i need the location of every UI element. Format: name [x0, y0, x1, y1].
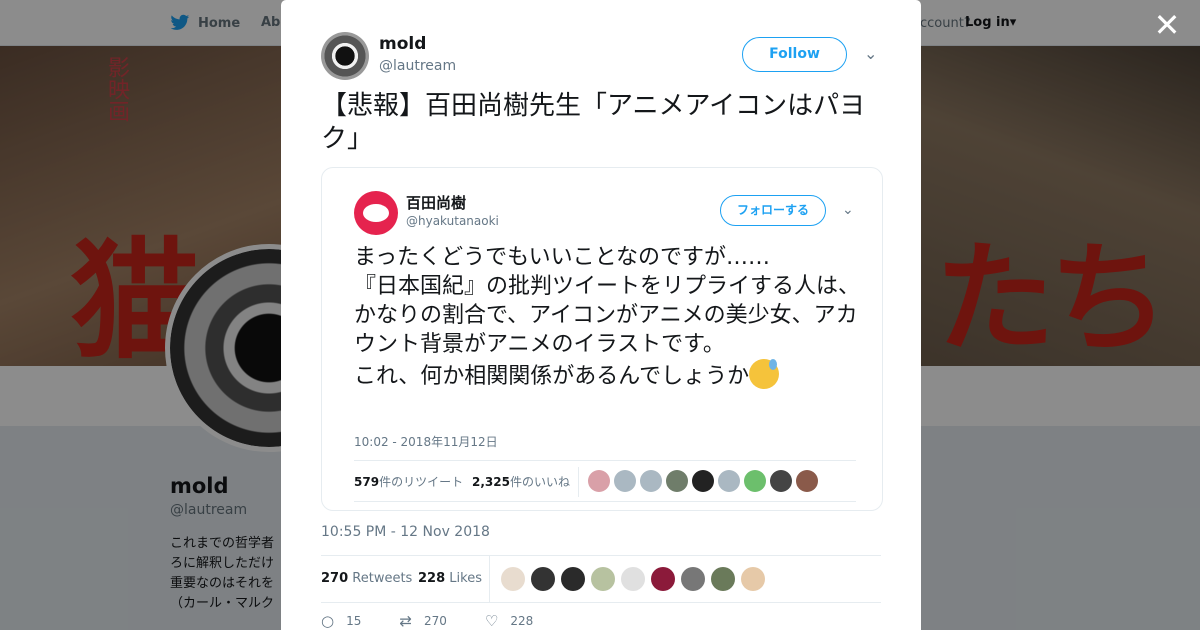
- quote-timestamp[interactable]: 10:02 - 2018年11月12日: [354, 433, 498, 450]
- quote-liker-avatars: [588, 470, 818, 492]
- divider: [489, 556, 490, 602]
- tweet-actions: ○ 15 ⇄ 270 ♡ 228: [321, 612, 571, 630]
- sweat-smile-emoji-icon: [749, 359, 780, 389]
- avatar[interactable]: [692, 470, 714, 492]
- avatar[interactable]: [614, 470, 636, 492]
- divider: [578, 467, 579, 497]
- quote-text-body: まったくどうでもいいことなのですが…… 『日本国紀』の批判ツイートをリプライする…: [354, 245, 861, 389]
- avatar[interactable]: [640, 470, 662, 492]
- quote-author-avatar[interactable]: [354, 191, 398, 235]
- retweet-icon: ⇄: [399, 612, 412, 630]
- avatar[interactable]: [770, 470, 792, 492]
- close-icon[interactable]: ✕: [1152, 9, 1182, 41]
- retweets-count: 270: [321, 571, 349, 586]
- avatar[interactable]: [744, 470, 766, 492]
- avatar[interactable]: [561, 567, 585, 591]
- quote-stats-bar: 579件のリツイート 2,325件のいいね: [354, 460, 856, 502]
- retweet-button[interactable]: ⇄ 270: [399, 612, 446, 630]
- quoted-tweet-card[interactable]: 百田尚樹 @hyakutanaoki フォローする ⌄ まったくどうでもいいこと…: [321, 167, 883, 511]
- retweets-stat[interactable]: 270 Retweets: [321, 571, 412, 586]
- liker-avatars: [501, 567, 765, 591]
- tweet-modal: mold @lautream Follow ⌄ 【悲報】百田尚樹先生「アニメアイ…: [281, 0, 921, 630]
- author-avatar[interactable]: [321, 32, 369, 80]
- reply-icon: ○: [321, 612, 335, 630]
- likes-count: 228: [418, 571, 446, 586]
- quote-text: まったくどうでもいいことなのですが…… 『日本国紀』の批判ツイートをリプライする…: [354, 243, 864, 391]
- like-button[interactable]: ♡ 228: [485, 612, 533, 630]
- tweet-date[interactable]: 10:55 PM - 12 Nov 2018: [321, 524, 490, 540]
- avatar[interactable]: [711, 567, 735, 591]
- avatar[interactable]: [718, 470, 740, 492]
- quote-like-label: 件のいいね: [509, 475, 570, 489]
- quote-author-handle[interactable]: @hyakutanaoki: [406, 214, 499, 228]
- avatar[interactable]: [588, 470, 610, 492]
- quote-retweet-stat[interactable]: 579件のリツイート: [354, 473, 463, 490]
- avatar[interactable]: [531, 567, 555, 591]
- author-name[interactable]: mold: [379, 34, 426, 54]
- likes-label: Likes: [449, 571, 482, 586]
- retweet-count: 270: [423, 614, 447, 628]
- quote-like-stat[interactable]: 2,325件のいいね: [472, 473, 570, 490]
- author-handle[interactable]: @lautream: [379, 58, 456, 74]
- retweets-label: Retweets: [352, 571, 413, 586]
- quote-retweet-label: 件のリツイート: [379, 475, 464, 489]
- avatar[interactable]: [796, 470, 818, 492]
- heart-icon: ♡: [484, 612, 499, 630]
- tweet-text: 【悲報】百田尚樹先生「アニメアイコンはパヨク」: [321, 91, 866, 154]
- like-count: 228: [510, 614, 534, 628]
- likes-stat[interactable]: 228 Likes: [418, 571, 482, 586]
- avatar[interactable]: [681, 567, 705, 591]
- chevron-down-icon[interactable]: ⌄: [864, 44, 877, 63]
- avatar[interactable]: [651, 567, 675, 591]
- avatar[interactable]: [666, 470, 688, 492]
- quote-retweet-count: 579: [354, 475, 380, 489]
- quote-author-name[interactable]: 百田尚樹: [406, 192, 466, 213]
- avatar[interactable]: [621, 567, 645, 591]
- avatar[interactable]: [591, 567, 615, 591]
- quote-follow-button[interactable]: フォローする: [720, 195, 826, 226]
- tweet-stats-bar: 270 Retweets 228 Likes: [321, 555, 881, 603]
- quote-chevron-down-icon[interactable]: ⌄: [842, 202, 854, 218]
- avatar[interactable]: [501, 567, 525, 591]
- follow-button[interactable]: Follow: [742, 37, 847, 72]
- avatar[interactable]: [741, 567, 765, 591]
- reply-button[interactable]: ○ 15: [321, 612, 361, 630]
- reply-count: 15: [346, 614, 362, 628]
- quote-like-count: 2,325: [472, 475, 510, 489]
